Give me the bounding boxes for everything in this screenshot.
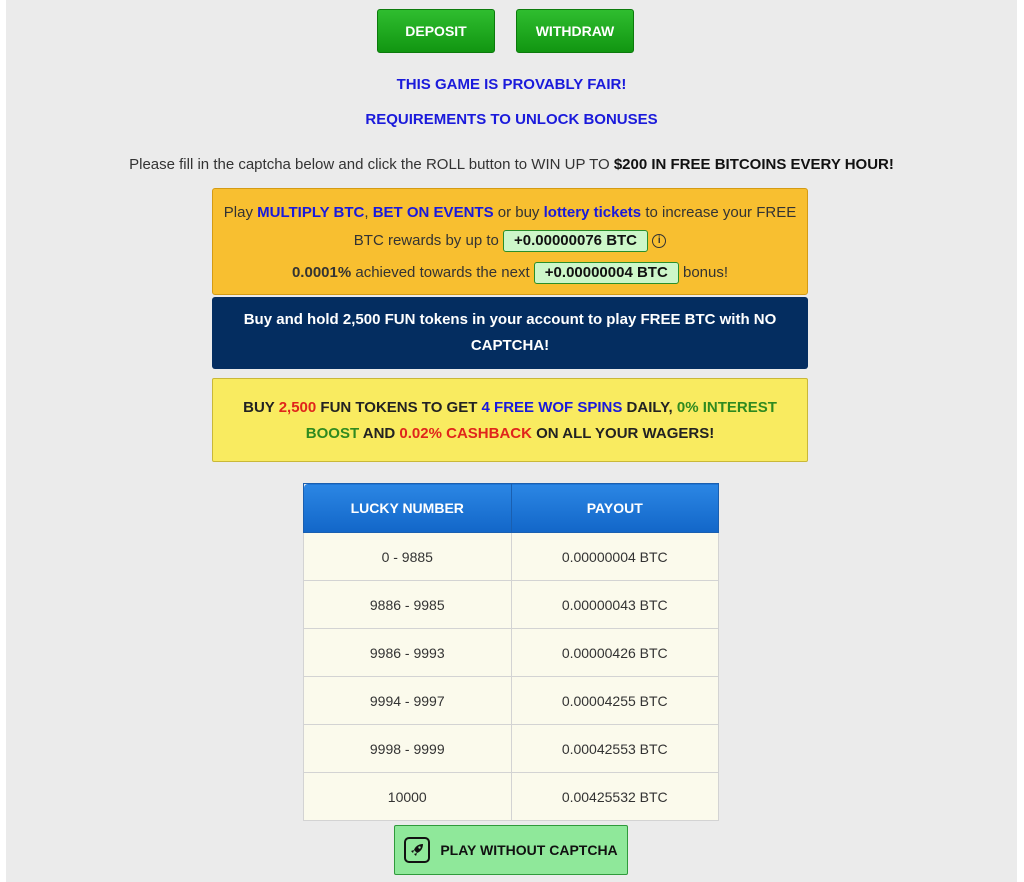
payout-cell: 0.00425532 BTC xyxy=(510,772,719,821)
payout-header: PAYOUT xyxy=(510,483,719,533)
deposit-button[interactable]: DEPOSIT xyxy=(377,9,495,53)
lucky-number-cell: 9994 - 9997 xyxy=(303,676,512,725)
payout-cell: 0.00042553 BTC xyxy=(510,724,719,773)
lucky-number-cell: 9886 - 9985 xyxy=(303,580,512,629)
lucky-number-header: LUCKY NUMBER xyxy=(303,483,512,533)
table-row: 9986 - 9993 0.00000426 BTC xyxy=(303,628,719,677)
lucky-number-cell: 9986 - 9993 xyxy=(303,628,512,677)
intro-text: Please fill in the captcha below and cli… xyxy=(6,156,1017,173)
table-row: 9994 - 9997 0.00004255 BTC xyxy=(303,676,719,725)
table-row: 9886 - 9985 0.00000043 BTC xyxy=(303,580,719,629)
fun-token-banner[interactable]: Buy and hold 2,500 FUN tokens in your ac… xyxy=(212,297,808,369)
promo-daily: DAILY, xyxy=(622,399,677,416)
withdraw-button[interactable]: WITHDRAW xyxy=(516,9,634,53)
provably-fair-link[interactable]: THIS GAME IS PROVABLY FAIR! xyxy=(6,76,1017,93)
rocket-icon xyxy=(404,837,431,863)
payout-cell: 0.00004255 BTC xyxy=(510,676,719,725)
bonus-text: bonus! xyxy=(678,264,729,281)
promo-amount: 2,500 xyxy=(278,399,317,416)
lucky-number-cell: 0 - 9885 xyxy=(303,532,512,581)
table-header-row: LUCKY NUMBER PAYOUT xyxy=(303,483,719,533)
rewards-play-text: Play xyxy=(223,204,258,221)
promo-box[interactable]: BUY 2,500 FUN TOKENS TO GET 4 FREE WOF S… xyxy=(212,378,808,462)
intro-plain: Please fill in the captcha below and cli… xyxy=(129,156,614,173)
lucky-number-cell: 9998 - 9999 xyxy=(303,724,512,773)
promo-buy: BUY xyxy=(243,399,279,416)
requirements-link[interactable]: REQUIREMENTS TO UNLOCK BONUSES xyxy=(6,111,1017,128)
payout-cell: 0.00000426 BTC xyxy=(510,628,719,677)
reward-value-badge: +0.00000076 BTC xyxy=(503,230,649,252)
lottery-tickets-link[interactable]: lottery tickets xyxy=(544,204,642,221)
payout-cell: 0.00000004 BTC xyxy=(510,532,719,581)
page-background: DEPOSIT WITHDRAW THIS GAME IS PROVABLY F… xyxy=(6,0,1017,882)
multiply-btc-link[interactable]: MULTIPLY BTC xyxy=(257,204,364,221)
promo-cashback: 0.02% CASHBACK xyxy=(399,425,532,442)
play-without-captcha-button[interactable]: PLAY WITHOUT CAPTCHA xyxy=(394,825,628,875)
rewards-comma: , xyxy=(364,204,373,221)
next-bonus-badge: +0.00000004 BTC xyxy=(533,262,679,284)
promo-and: AND xyxy=(359,425,400,442)
achieved-text: achieved towards the next xyxy=(351,264,534,281)
table-row: 0 - 9885 0.00000004 BTC xyxy=(303,532,719,581)
play-without-captcha-label: PLAY WITHOUT CAPTCHA xyxy=(440,842,618,858)
progress-percent: 0.0001% xyxy=(291,264,352,281)
rewards-box: Play MULTIPLY BTC, BET ON EVENTS or buy … xyxy=(212,188,808,295)
rewards-or-buy: or buy xyxy=(493,204,544,221)
table-row: 10000 0.00425532 BTC xyxy=(303,772,719,821)
info-icon[interactable]: i xyxy=(652,234,667,249)
promo-spins: 4 FREE WOF SPINS xyxy=(481,399,623,416)
rewards-line-2: 0.0001% achieved towards the next +0.000… xyxy=(213,259,807,287)
table-row: 9998 - 9999 0.00042553 BTC xyxy=(303,724,719,773)
action-buttons: DEPOSIT WITHDRAW xyxy=(6,9,1017,55)
promo-wagers: ON ALL YOUR WAGERS! xyxy=(531,425,715,442)
lucky-number-cell: 10000 xyxy=(303,772,512,821)
bet-on-events-link[interactable]: BET ON EVENTS xyxy=(373,204,494,221)
payout-table: LUCKY NUMBER PAYOUT 0 - 9885 0.00000004 … xyxy=(303,483,719,821)
rewards-line-1: Play MULTIPLY BTC, BET ON EVENTS or buy … xyxy=(213,199,807,255)
promo-fun-tokens: FUN TOKENS TO GET xyxy=(316,399,482,416)
payout-cell: 0.00000043 BTC xyxy=(510,580,719,629)
intro-bold: $200 IN FREE BITCOINS EVERY HOUR! xyxy=(613,156,894,173)
